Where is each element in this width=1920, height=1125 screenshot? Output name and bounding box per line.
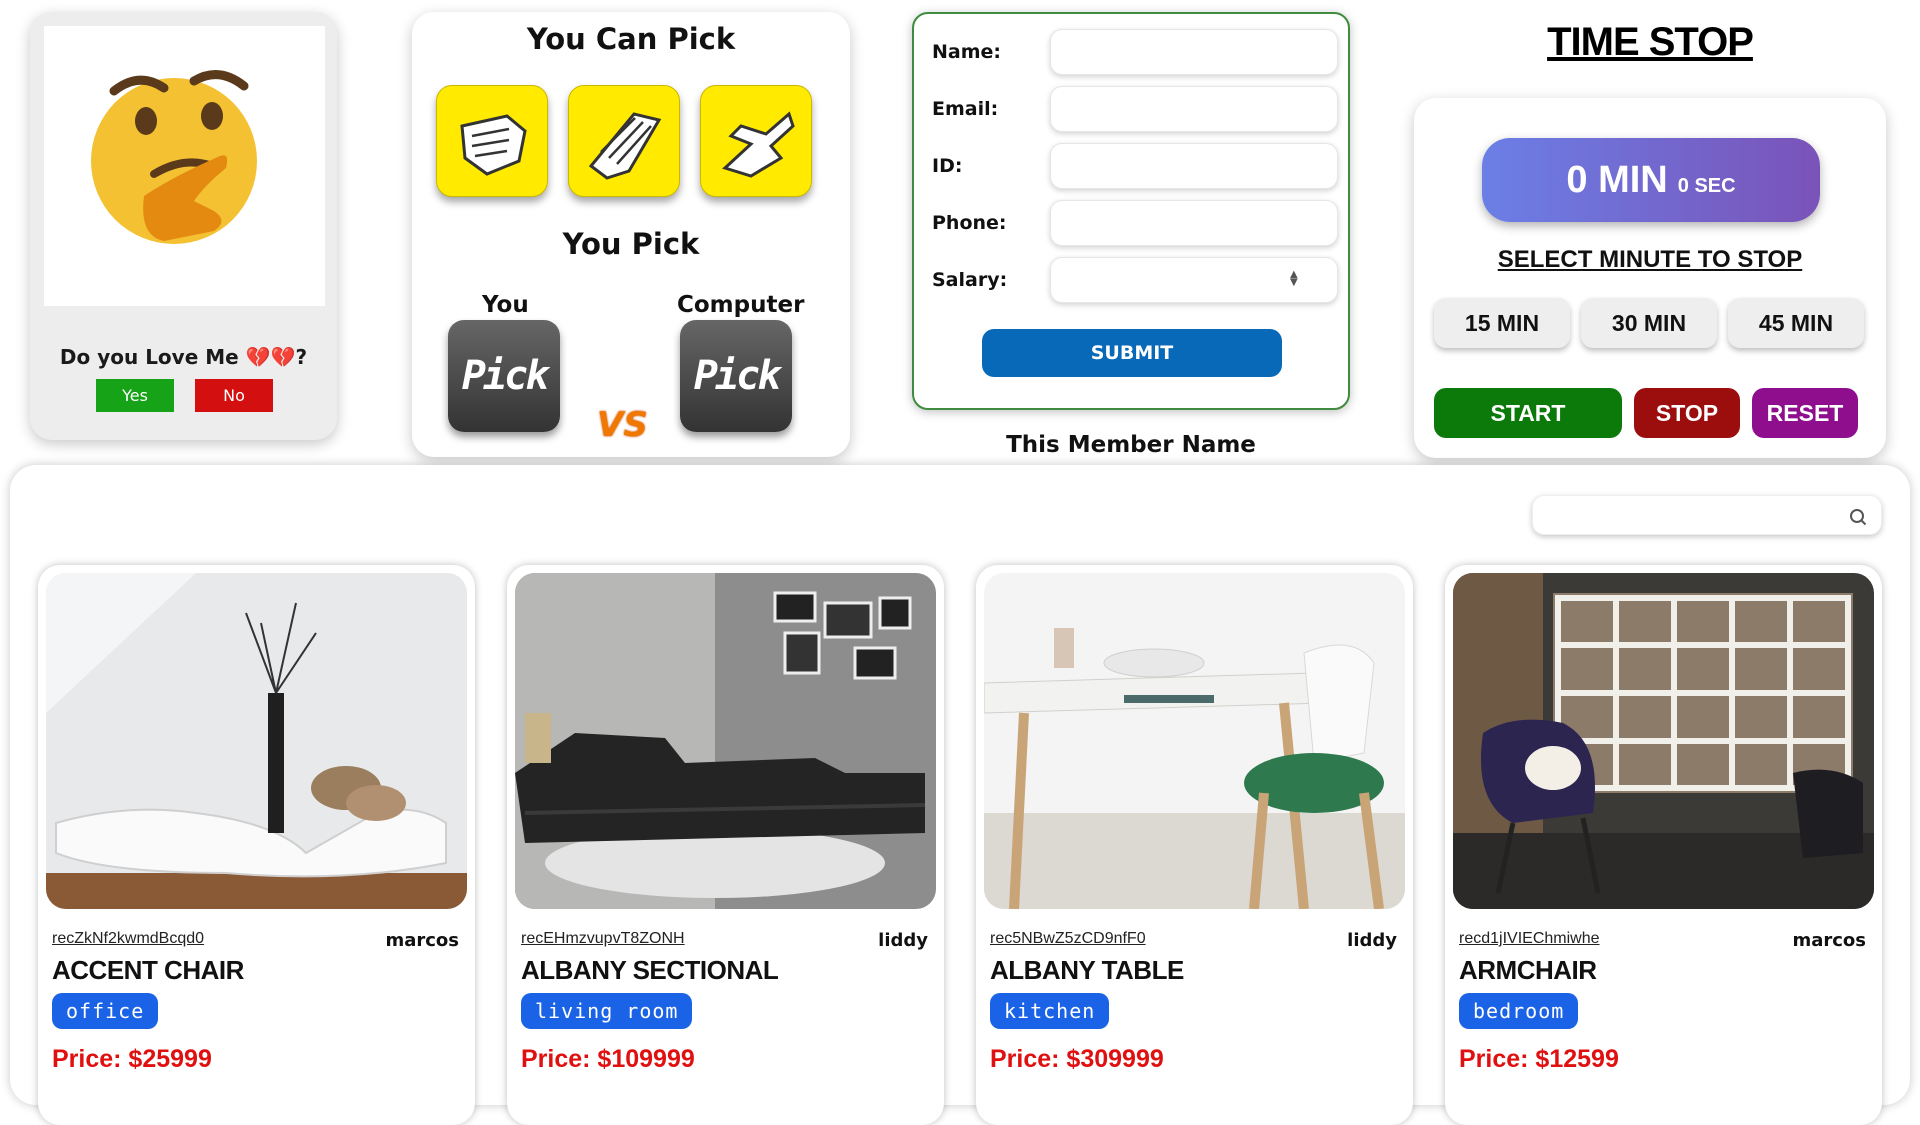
product-id[interactable]: rec5NBwZ5zCD9nfF0 — [990, 930, 1146, 948]
email-row: Email: — [932, 86, 1338, 132]
scissors-hand-icon — [722, 111, 795, 178]
category-tag[interactable]: living room — [521, 993, 693, 1029]
30-min-button[interactable]: 30 MIN — [1581, 298, 1717, 348]
spinner-icon[interactable]: ▲ ▼ — [1290, 270, 1332, 288]
vs-text: VS — [597, 405, 648, 445]
product-name: ALBANY SECTIONAL — [521, 955, 779, 985]
product-name: ALBANY TABLE — [990, 955, 1184, 985]
product-card[interactable]: recd1jIVIEChmiwhe marcos ARMCHAIR bedroo… — [1445, 565, 1882, 1125]
rps-card: You Can Pick You Pick You Computer Pick … — [412, 12, 850, 457]
salary-row: Salary: ▲ ▼ — [932, 257, 1338, 303]
product-id[interactable]: recZkNf2kwmdBcqd0 — [52, 930, 204, 948]
timer-title: TIME STOP — [1547, 20, 1754, 64]
submit-button[interactable]: SUBMIT — [982, 329, 1282, 377]
id-input[interactable] — [1050, 143, 1338, 189]
name-input[interactable] — [1050, 29, 1338, 75]
15-min-button[interactable]: 15 MIN — [1434, 298, 1570, 348]
product-card[interactable]: recEHmzvupvT8ZONH liddy ALBANY SECTIONAL… — [507, 565, 944, 1125]
search-bar[interactable] — [1532, 495, 1882, 535]
product-image-accent-chair[interactable] — [46, 573, 467, 909]
love-card: Do you Love Me 💔💔? Yes No — [30, 12, 337, 440]
you-pick-box: Pick — [448, 320, 560, 432]
paper-option-button[interactable] — [568, 85, 680, 197]
rock-hand-icon — [460, 114, 527, 176]
product-card[interactable]: recZkNf2kwmdBcqd0 marcos ACCENT CHAIR of… — [38, 565, 475, 1125]
love-question: Do you Love Me 💔💔? — [59, 345, 308, 369]
yes-button[interactable]: Yes — [96, 379, 174, 412]
member-name: This Member Name — [1006, 432, 1256, 458]
search-input[interactable] — [1543, 502, 1833, 530]
product-image-albany-table[interactable] — [984, 573, 1405, 909]
member-form: Name: Email: ID: Phone: Salary: ▲ ▼ SUBMI… — [912, 12, 1350, 410]
product-owner: liddy — [878, 930, 928, 951]
no-button[interactable]: No — [195, 379, 273, 412]
product-card[interactable]: rec5NBwZ5zCD9nfF0 liddy ALBANY TABLE kit… — [976, 565, 1413, 1125]
products-section: recZkNf2kwmdBcqd0 marcos ACCENT CHAIR of… — [10, 465, 1910, 1125]
45-min-button[interactable]: 45 MIN — [1728, 298, 1864, 348]
product-owner: marcos — [1792, 930, 1866, 951]
category-tag[interactable]: bedroom — [1459, 993, 1579, 1029]
reset-button[interactable]: RESET — [1752, 388, 1858, 438]
product-image-albany-sectional[interactable] — [515, 573, 936, 909]
phone-input[interactable] — [1050, 200, 1338, 246]
product-owner: liddy — [1347, 930, 1397, 951]
computer-pick-box: Pick — [680, 320, 792, 432]
scissors-option-button[interactable] — [700, 85, 812, 197]
product-id[interactable]: recd1jIVIEChmiwhe — [1459, 930, 1600, 948]
product-name: ARMCHAIR — [1459, 955, 1597, 985]
name-row: Name: — [932, 29, 1338, 75]
product-owner: marcos — [385, 930, 459, 951]
phone-label: Phone: — [932, 212, 1007, 234]
minutes-readout: 0 MIN — [1566, 158, 1668, 201]
category-tag[interactable]: office — [52, 993, 159, 1029]
product-price: Price: $12599 — [1459, 1045, 1619, 1073]
thinking-face-image — [44, 26, 325, 306]
email-label: Email: — [932, 98, 999, 120]
product-price: Price: $25999 — [52, 1045, 212, 1073]
computer-label: Computer — [677, 292, 805, 318]
you-label: You — [482, 292, 529, 318]
rock-option-button[interactable] — [436, 85, 548, 197]
product-price: Price: $309999 — [990, 1045, 1164, 1073]
product-id[interactable]: recEHmzvupvT8ZONH — [521, 930, 685, 948]
name-label: Name: — [932, 41, 1002, 63]
category-tag[interactable]: kitchen — [990, 993, 1110, 1029]
select-minute-label: SELECT MINUTE TO STOP — [1497, 246, 1803, 273]
paper-hand-icon — [588, 112, 662, 180]
timer-card: 0 MIN 0 SEC SELECT MINUTE TO STOP 15 MIN… — [1414, 98, 1886, 458]
product-name: ACCENT CHAIR — [52, 955, 244, 985]
seconds-readout: 0 SEC — [1677, 174, 1736, 197]
you-pick-heading: You Pick — [562, 227, 700, 261]
id-row: ID: — [932, 143, 1338, 189]
salary-label: Salary: — [932, 269, 1008, 291]
start-button[interactable]: START — [1434, 388, 1622, 438]
stop-button[interactable]: STOP — [1634, 388, 1740, 438]
phone-row: Phone: — [932, 200, 1338, 246]
rps-title: You Can Pick — [526, 22, 736, 56]
id-label: ID: — [932, 155, 963, 177]
timer-display: 0 MIN 0 SEC — [1482, 138, 1820, 222]
product-price: Price: $109999 — [521, 1045, 695, 1073]
product-image-armchair[interactable] — [1453, 573, 1874, 909]
search-icon[interactable] — [1849, 508, 1867, 526]
email-input[interactable] — [1050, 86, 1338, 132]
